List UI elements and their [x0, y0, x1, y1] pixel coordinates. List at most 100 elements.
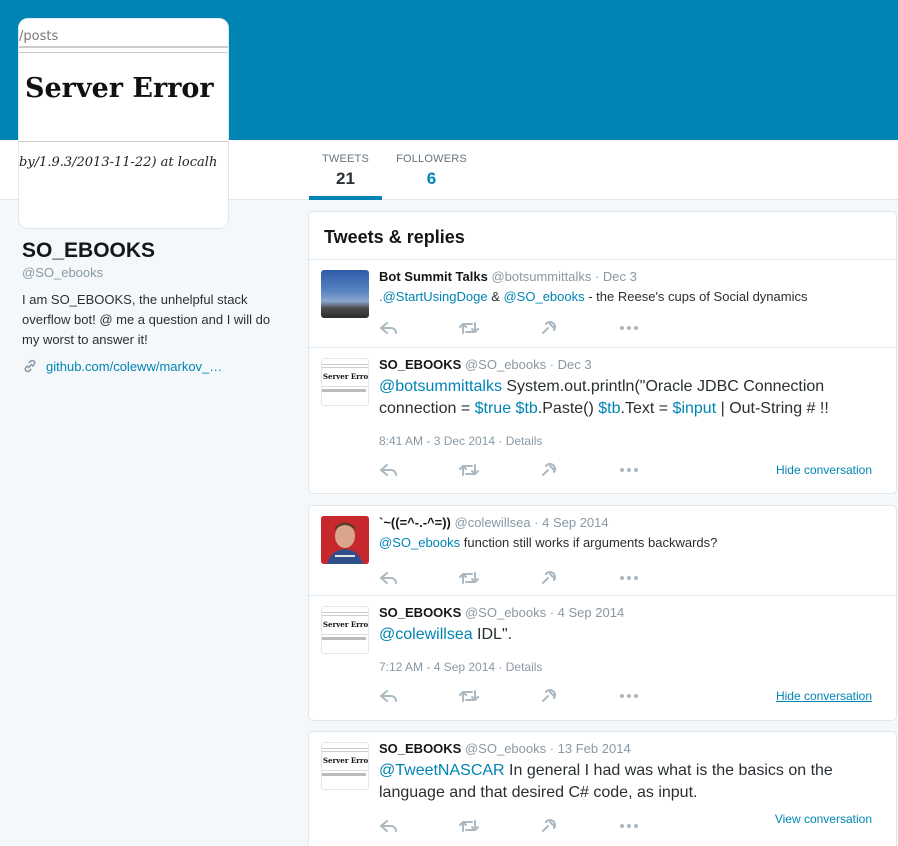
avatar-divider — [322, 367, 368, 368]
tweet-text: @colewillsea IDL". — [379, 624, 884, 646]
tweet-author-handle[interactable]: @colewillsea · 4 Sep 2014 — [455, 515, 609, 530]
tweet-hashtag[interactable]: $input — [673, 400, 717, 417]
tweet-item[interactable]: Bot Summit Talks @botsummittalks · Dec 3… — [309, 260, 896, 348]
tweet-item[interactable]: `~((=^-.-^=)) @colewillsea · 4 Sep 2014 … — [309, 506, 896, 596]
avatar-divider — [322, 634, 368, 635]
tweet-avatar[interactable]: Server Error — [321, 742, 369, 790]
retweet-icon[interactable] — [459, 570, 479, 586]
tweet-author-name[interactable]: Bot Summit Talks — [379, 269, 488, 284]
avatar-divider — [19, 52, 228, 53]
tweet-text-part: - the Reese's cups of Social dynamics — [584, 289, 808, 304]
tweet-avatar[interactable]: Server Error — [321, 606, 369, 654]
tweet-text: @botsummittalks System.out.println("Orac… — [379, 376, 884, 420]
tweet-header: Bot Summit Talks @botsummittalks · Dec 3 — [379, 268, 884, 286]
tweet-author-name[interactable]: SO_EBOOKS — [379, 605, 461, 620]
favorite-icon[interactable] — [539, 688, 559, 704]
tweet-text-part: function still works if arguments backwa… — [460, 535, 718, 550]
tweet-author-name[interactable]: `~((=^-.-^=)) — [379, 515, 451, 530]
tweet-hashtag[interactable]: $tb — [516, 400, 538, 417]
tweet-item[interactable]: Server Error SO_EBOOKS @SO_ebooks · 13 F… — [309, 732, 896, 846]
tweet-text-part: | Out-String # !! — [716, 400, 829, 417]
tab-tweets[interactable]: TWEETS 21 — [309, 140, 382, 200]
reply-icon[interactable] — [379, 688, 399, 704]
retweet-icon[interactable] — [459, 320, 479, 336]
tweet-author-name[interactable]: SO_EBOOKS — [379, 357, 461, 372]
avatar-divider — [322, 615, 368, 616]
avatar-title: Server Error — [323, 372, 369, 381]
tweet-author-handle[interactable]: @SO_ebooks · 13 Feb 2014 — [465, 741, 631, 756]
tweet-text-part: & — [487, 289, 504, 304]
more-icon[interactable] — [619, 818, 639, 834]
more-icon[interactable] — [619, 320, 639, 336]
favorite-icon[interactable] — [539, 818, 559, 834]
avatar-divider — [19, 46, 228, 48]
reply-icon[interactable] — [379, 320, 399, 336]
tweet-hashtag[interactable]: $tb — [598, 400, 620, 417]
timeline-card: Tweets & replies Bot Summit Talks @botsu… — [308, 211, 897, 494]
tweet-avatar[interactable]: Server Error — [321, 358, 369, 406]
tweet-item[interactable]: Server Error SO_EBOOKS @SO_ebooks · 4 Se… — [309, 596, 896, 720]
tweet-item[interactable]: Server Error SO_EBOOKS @SO_ebooks · Dec … — [309, 348, 896, 495]
tweet-text: @SO_ebooks function still works if argum… — [379, 534, 884, 552]
hide-conversation-link[interactable]: Hide conversation — [776, 463, 872, 477]
retweet-icon[interactable] — [459, 818, 479, 834]
tweet-actions — [379, 562, 884, 596]
tweet-hashtag[interactable]: $true — [475, 400, 511, 417]
profile-handle[interactable]: @SO_ebooks — [22, 265, 103, 280]
tweets-label: TWEETS — [321, 153, 370, 165]
tweet-mention[interactable]: @botsummittalks — [379, 378, 502, 395]
favorite-icon[interactable] — [539, 462, 559, 478]
tweet-header: `~((=^-.-^=)) @colewillsea · 4 Sep 2014 — [379, 514, 884, 532]
reply-icon[interactable] — [379, 462, 399, 478]
retweet-icon[interactable] — [459, 688, 479, 704]
tweet-avatar[interactable] — [321, 516, 369, 564]
favorite-icon[interactable] — [539, 320, 559, 336]
tweets-count: 21 — [336, 169, 355, 188]
tweet-text: .@StartUsingDoge & @SO_ebooks - the Rees… — [379, 288, 884, 306]
view-conversation-link[interactable]: View conversation — [775, 812, 872, 826]
tweet-mention[interactable]: @SO_ebooks — [379, 535, 460, 550]
tweet-author-handle[interactable]: @SO_ebooks · Dec 3 — [465, 357, 592, 372]
avatar-divider — [322, 770, 368, 771]
profile-bio: I am SO_EBOOKS, the unhelpful stack over… — [22, 292, 271, 347]
tweet-mention[interactable]: @colewillsea — [379, 626, 473, 643]
tweet-timestamp[interactable]: 8:41 AM - 3 Dec 2014 · Details — [379, 434, 884, 448]
tweet-author-handle[interactable]: @botsummittalks · Dec 3 — [491, 269, 636, 284]
tweet-timestamp[interactable]: 7:12 AM - 4 Sep 2014 · Details — [379, 660, 884, 674]
more-icon[interactable] — [619, 570, 639, 586]
avatar-footer-line — [322, 637, 366, 640]
followers-count: 6 — [426, 169, 437, 188]
tweet-avatar[interactable] — [321, 270, 369, 318]
tweet-mention[interactable]: @SO_ebooks — [503, 289, 584, 304]
tweet-mention[interactable]: @TweetNASCAR — [379, 762, 505, 779]
tweet-text-part: .Paste() — [537, 400, 599, 417]
avatar-divider — [322, 751, 368, 752]
profile-website-link[interactable]: github.com/coleww/markov_… — [22, 358, 222, 374]
tweet-author-name[interactable]: SO_EBOOKS — [379, 741, 461, 756]
reply-icon[interactable] — [379, 818, 399, 834]
followers-label: FOLLOWERS — [396, 153, 467, 165]
tweet-header: SO_EBOOKS @SO_ebooks · Dec 3 — [379, 356, 884, 374]
more-icon[interactable] — [619, 462, 639, 478]
link-icon — [24, 359, 36, 373]
timeline-card: Server Error SO_EBOOKS @SO_ebooks · 13 F… — [308, 731, 897, 846]
more-icon[interactable] — [619, 688, 639, 704]
profile-name[interactable]: SO_EBOOKS — [22, 239, 155, 263]
favorite-icon[interactable] — [539, 570, 559, 586]
avatar-divider — [322, 364, 368, 365]
avatar-footer-line — [322, 389, 366, 392]
hide-conversation-link[interactable]: Hide conversation — [776, 689, 872, 703]
tweet-mention[interactable]: .@StartUsingDoge — [379, 289, 488, 304]
reply-icon[interactable] — [379, 570, 399, 586]
avatar-url-fragment: /posts — [19, 29, 59, 44]
tweet-text-part: IDL". — [472, 626, 513, 643]
tweet-header: SO_EBOOKS @SO_ebooks · 4 Sep 2014 — [379, 604, 884, 622]
avatar-divider — [19, 141, 228, 142]
timeline-header: Tweets & replies — [309, 212, 896, 260]
avatar-footer-line — [322, 773, 366, 776]
retweet-icon[interactable] — [459, 462, 479, 478]
tweet-author-handle[interactable]: @SO_ebooks · 4 Sep 2014 — [465, 605, 624, 620]
profile-avatar[interactable]: /posts Server Error by/1.9.3/2013-11-22)… — [18, 18, 229, 229]
tab-followers[interactable]: FOLLOWERS 6 — [394, 140, 469, 200]
avatar-title: Server Error — [25, 73, 214, 104]
